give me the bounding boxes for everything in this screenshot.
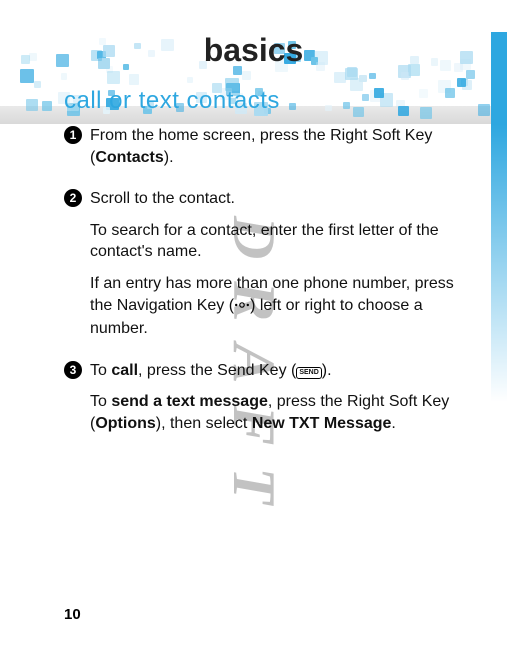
navigation-key-icon xyxy=(234,297,250,319)
emphasis: call xyxy=(111,362,138,379)
step-number: 3 xyxy=(64,360,90,445)
step-text: To call, press the Send Key (SEND). xyxy=(90,360,463,382)
text-run: ). xyxy=(322,362,332,379)
step-text: To send a text message, press the Right … xyxy=(90,391,463,434)
page-title: basics xyxy=(0,32,507,69)
step-text: Scroll to the contact. xyxy=(90,188,463,210)
text-run: To search for a contact, enter the first… xyxy=(90,222,439,261)
text-run: , press the Send Key ( xyxy=(138,362,296,379)
text-run: Scroll to the contact. xyxy=(90,190,235,207)
step: 2Scroll to the contact. To search for a c… xyxy=(64,188,463,350)
step-text: From the home screen, press the Right So… xyxy=(90,125,463,168)
send-key-icon: SEND xyxy=(296,367,321,379)
page-number: 10 xyxy=(64,606,81,623)
text-run: To xyxy=(90,362,111,379)
text-run: . xyxy=(391,415,395,432)
text-run: ), then select xyxy=(156,415,252,432)
text-run: To xyxy=(90,393,111,410)
step-text: To search for a contact, enter the first… xyxy=(90,220,463,263)
ui-key-label: Options xyxy=(95,415,155,432)
step-body: Scroll to the contact. To search for a co… xyxy=(90,188,463,350)
step: 1From the home screen, press the Right S… xyxy=(64,125,463,178)
step: 3To call, press the Send Key (SEND).To s… xyxy=(64,360,463,445)
section-title: call or text contacts xyxy=(64,87,463,115)
main-content: call or text contacts 1From the home scr… xyxy=(64,87,463,445)
ui-key-label: Contacts xyxy=(95,149,163,166)
step-number: 2 xyxy=(64,188,90,350)
step-text: If an entry has more than one phone numb… xyxy=(90,273,463,340)
emphasis: send a text message xyxy=(111,393,268,410)
step-number: 1 xyxy=(64,125,90,178)
text-run: ). xyxy=(164,149,174,166)
step-body: From the home screen, press the Right So… xyxy=(90,125,463,178)
step-body: To call, press the Send Key (SEND).To se… xyxy=(90,360,463,445)
ui-key-label: New TXT Message xyxy=(252,415,392,432)
